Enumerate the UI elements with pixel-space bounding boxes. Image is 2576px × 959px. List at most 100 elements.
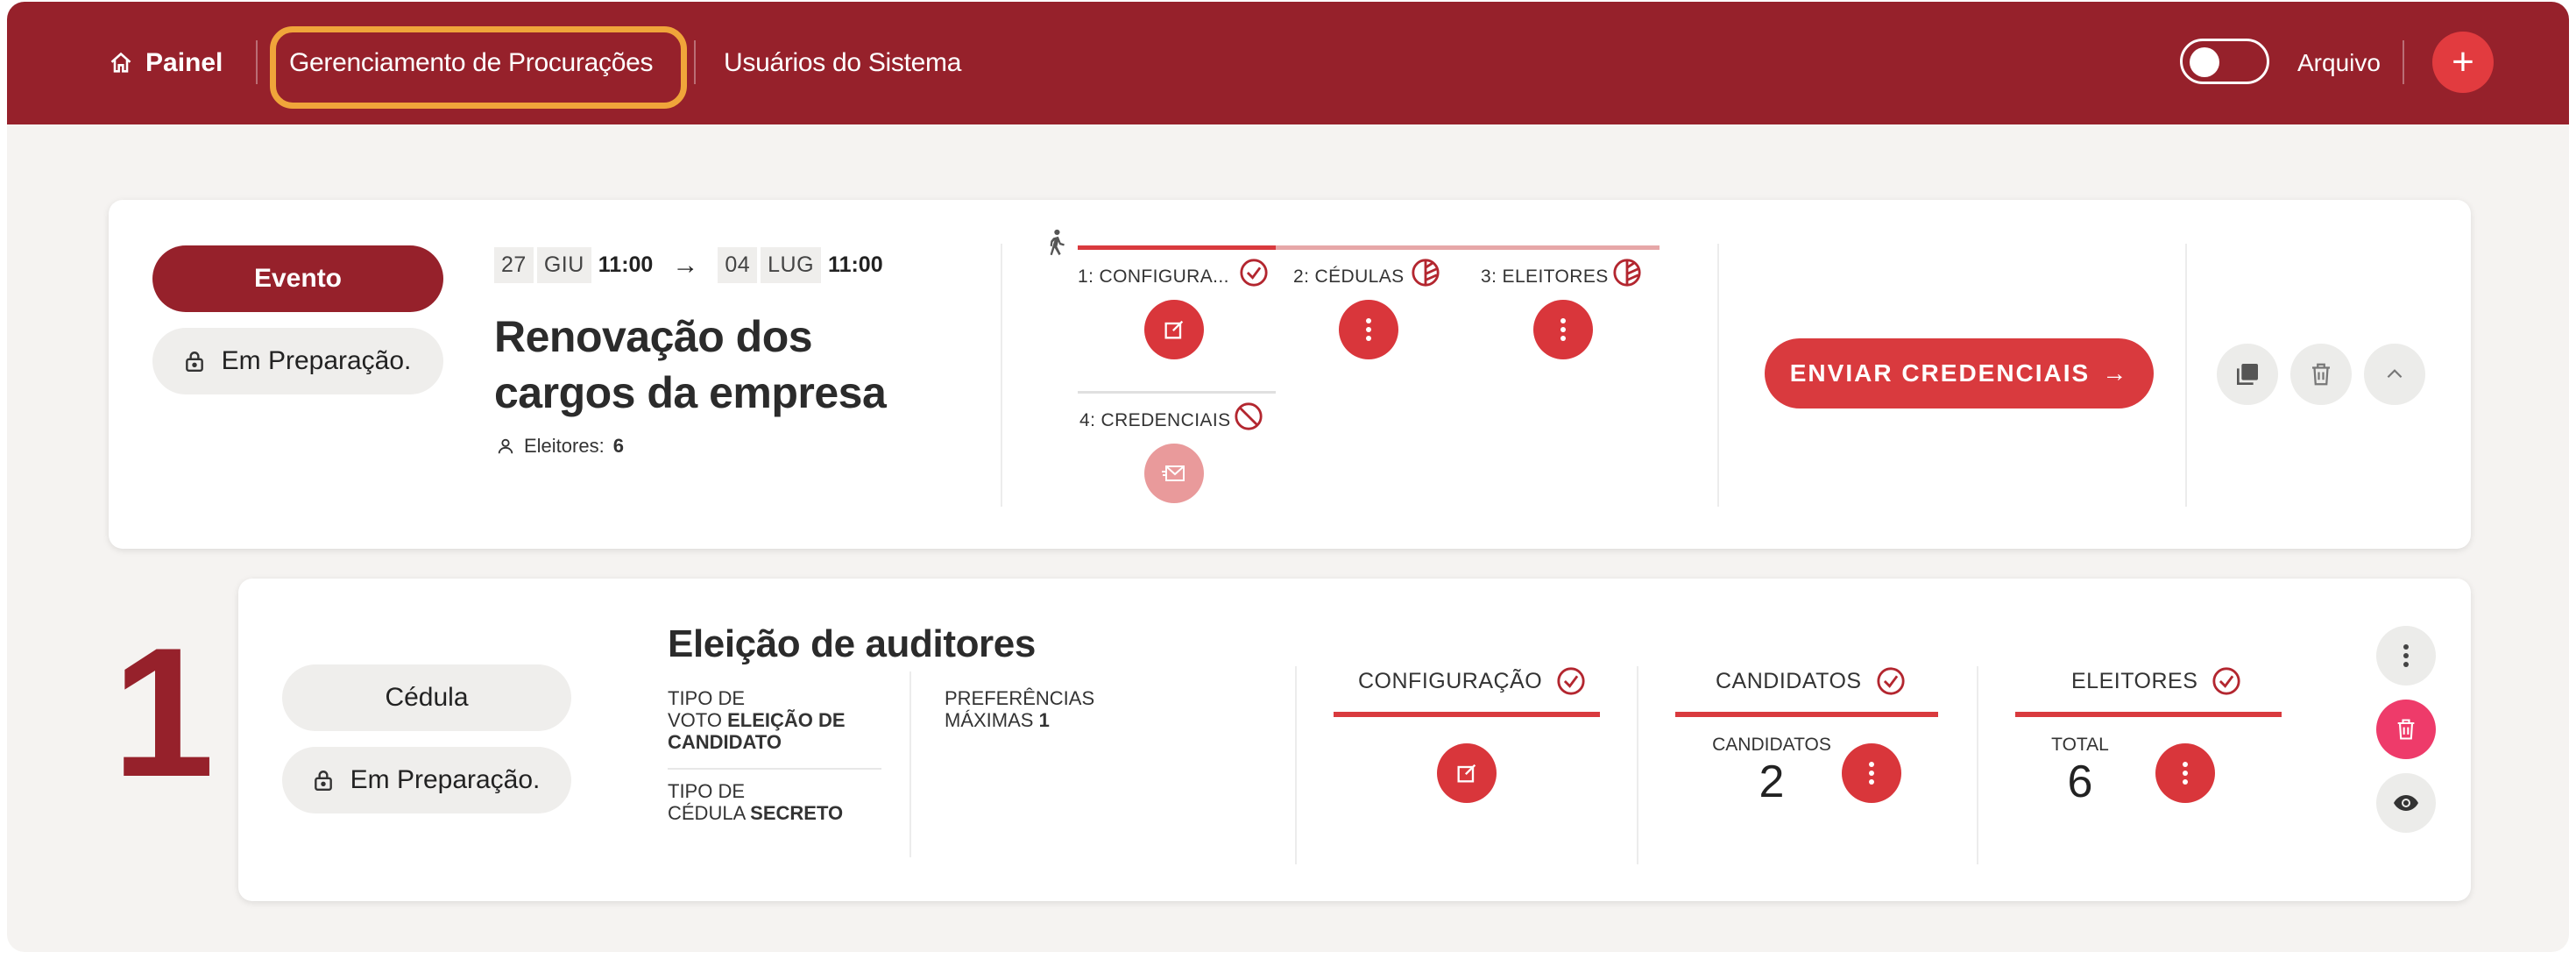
event-title-line: Renovação dos xyxy=(494,312,813,361)
more-vertical-icon xyxy=(1560,318,1566,341)
divider xyxy=(2185,244,2187,507)
delete-ballot-button[interactable] xyxy=(2376,700,2436,759)
send-credentials-label: ENVIAR CREDENCIAIS xyxy=(1789,359,2091,387)
candidates-count-value: 2 xyxy=(1759,757,1785,807)
voters-value: 6 xyxy=(612,435,624,457)
user-icon xyxy=(498,438,513,454)
vote-type-label: VOTO xyxy=(668,709,722,731)
top-navigation-bar: Painel Gerenciamento de Procurações Usuá… xyxy=(7,2,2569,124)
check-circle-icon xyxy=(1240,259,1268,287)
candidates-progress-bar xyxy=(1675,712,1938,717)
event-status-badge: Em Preparação. xyxy=(152,328,443,394)
lock-icon xyxy=(185,352,203,373)
delete-event-button[interactable] xyxy=(2290,344,2352,405)
toggle-knob xyxy=(2190,47,2219,77)
more-vertical-icon xyxy=(2183,762,2188,785)
event-type-badge: Evento xyxy=(152,245,443,312)
ballot-number: 1 xyxy=(112,609,215,815)
blocked-icon xyxy=(1235,402,1263,430)
ballot-configuration-edit-button[interactable] xyxy=(1437,743,1497,803)
add-button[interactable]: + xyxy=(2432,32,2494,93)
collapse-button[interactable] xyxy=(2364,344,2425,405)
divider xyxy=(909,671,911,857)
voters-total-label: TOTAL xyxy=(2051,735,2109,755)
lock-icon xyxy=(314,771,332,792)
start-time: 11:00 xyxy=(598,252,654,277)
step-label: 3: ELEITORES xyxy=(1481,266,1609,287)
archive-label: Arquivo xyxy=(2297,49,2381,76)
view-ballot-button[interactable] xyxy=(2376,773,2436,833)
progress-segment xyxy=(1276,245,1660,250)
step-ballots-menu-button[interactable] xyxy=(1339,300,1398,359)
event-title-line: cargos da empresa xyxy=(494,368,887,417)
candidates-menu-button[interactable] xyxy=(1842,743,1901,803)
progress-segment xyxy=(1078,245,1276,250)
ballot-type-badge: Cédula xyxy=(282,664,571,731)
end-day: 04 xyxy=(718,247,758,283)
nav-proxy-management-link[interactable]: Gerenciamento de Procurações xyxy=(289,44,653,82)
voters-total-value: 6 xyxy=(2067,757,2093,807)
configuration-progress-bar xyxy=(1334,712,1600,717)
voters-section-header: ELEITORES xyxy=(2071,666,2241,696)
candidates-label: CANDIDATOS xyxy=(1716,668,1862,693)
ballot-status-label: Em Preparação. xyxy=(350,765,541,794)
check-circle-icon xyxy=(1557,667,1585,695)
voters-progress-bar xyxy=(2015,712,2282,717)
vote-type-label: TIPO DE xyxy=(668,687,746,709)
divider xyxy=(1078,391,1276,394)
home-icon xyxy=(110,52,131,73)
send-mail-icon xyxy=(1162,465,1185,481)
step-label: 2: CÉDULAS xyxy=(1293,266,1405,287)
nav-divider xyxy=(256,40,258,84)
edit-icon xyxy=(1457,764,1476,783)
half-pie-icon xyxy=(1613,259,1641,287)
vote-type-value: ELEIÇÃO DE xyxy=(727,709,846,731)
edit-icon xyxy=(1164,320,1184,339)
divider xyxy=(668,768,881,770)
ballot-more-button[interactable] xyxy=(2376,626,2436,686)
divider xyxy=(1295,666,1297,864)
configuration-label: CONFIGURAÇÃO xyxy=(1358,668,1543,693)
duplicate-button[interactable] xyxy=(2217,344,2278,405)
event-date-range: 27 GIU 11:00 → 04 LUG 11:00 xyxy=(494,247,883,283)
step-configuration-edit-button[interactable] xyxy=(1144,300,1204,359)
divider xyxy=(1001,244,1002,507)
more-vertical-icon xyxy=(1366,318,1371,341)
ballot-card: Cédula Em Preparação. Eleição de auditor… xyxy=(238,579,2471,901)
step-credentials-button[interactable] xyxy=(1144,444,1204,503)
ballot-status-badge: Em Preparação. xyxy=(282,747,571,813)
app-frame: Painel Gerenciamento de Procurações Usuá… xyxy=(7,2,2569,952)
archive-toggle[interactable] xyxy=(2180,39,2269,84)
nav-divider xyxy=(694,40,696,84)
arrow-right-icon: → xyxy=(672,250,699,280)
preferences-value: 1 xyxy=(1038,709,1050,731)
send-credentials-button[interactable]: ENVIAR CREDENCIAIS → xyxy=(1765,338,2154,408)
end-month: LUG xyxy=(761,247,822,283)
ballot-type-label: TIPO DE xyxy=(668,780,746,802)
check-circle-icon xyxy=(1877,667,1905,695)
nav-system-users-link[interactable]: Usuários do Sistema xyxy=(724,44,961,82)
candidates-count-label: CANDIDATOS xyxy=(1712,735,1831,755)
preferences-label: MÁXIMAS xyxy=(945,709,1034,731)
nav-home-label: Painel xyxy=(145,48,223,77)
step-label: 1: CONFIGURA... xyxy=(1078,266,1229,287)
start-day: 27 xyxy=(494,247,534,283)
preferences-label: PREFERÊNCIAS xyxy=(945,687,1095,709)
ballot-voters-label: ELEITORES xyxy=(2071,668,2198,693)
nav-home-link[interactable]: Painel xyxy=(109,44,223,82)
step-voters-menu-button[interactable] xyxy=(1533,300,1593,359)
step-label: 4: CREDENCIAIS xyxy=(1079,410,1231,430)
chevron-up-icon xyxy=(2387,369,2403,379)
divider xyxy=(1637,666,1638,864)
more-vertical-icon xyxy=(2403,644,2409,667)
plus-icon: + xyxy=(2452,40,2474,83)
voters-label: Eleitores: xyxy=(524,435,605,457)
eye-icon xyxy=(2394,795,2418,811)
trash-icon xyxy=(2397,719,2415,740)
configuration-section-header: CONFIGURAÇÃO xyxy=(1358,666,1586,696)
arrow-right-icon: → xyxy=(2102,359,2129,387)
more-vertical-icon xyxy=(1869,762,1874,785)
voters-menu-button[interactable] xyxy=(2155,743,2215,803)
ballot-type-label: CÉDULA xyxy=(668,802,746,824)
walking-icon xyxy=(1050,229,1065,256)
